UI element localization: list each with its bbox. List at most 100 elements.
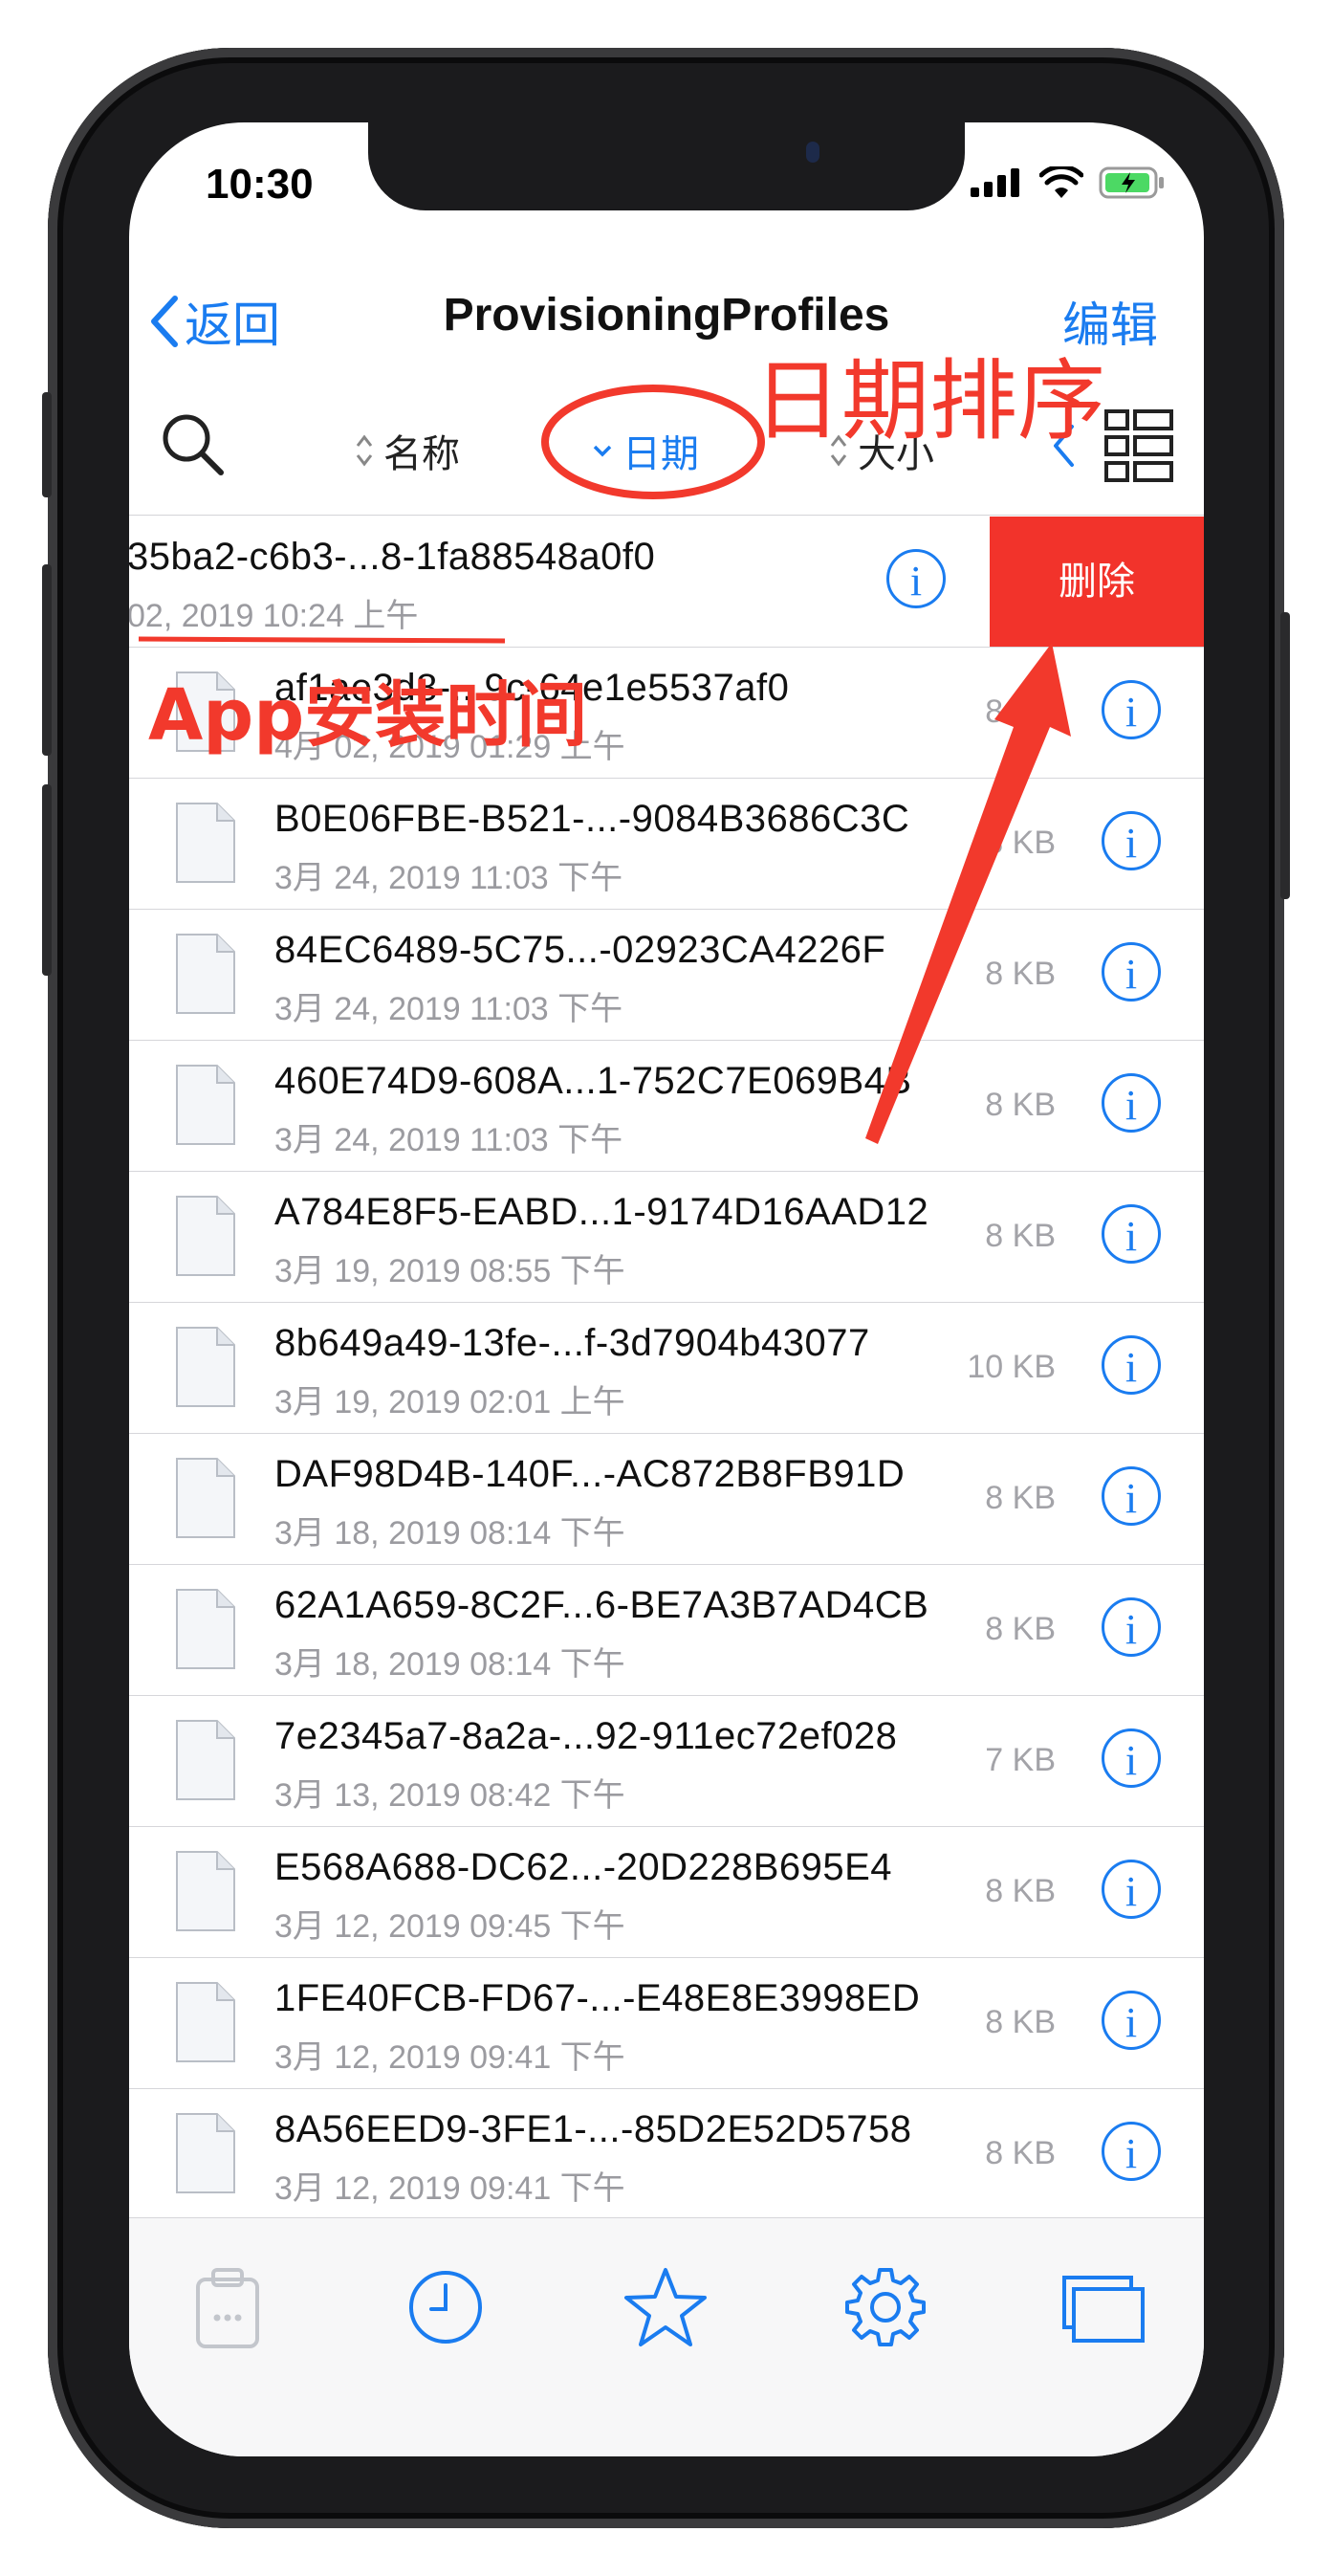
delete-button[interactable]: 删除: [990, 517, 1204, 647]
file-size: 8 KB: [985, 694, 1056, 730]
list-item[interactable]: 7e2345a7-8a2a-...92-911ec72ef028 3月 13, …: [129, 1696, 1204, 1827]
info-icon[interactable]: i: [1102, 680, 1161, 739]
list-item[interactable]: A784E8F5-EABD...1-9174D16AAD12 3月 19, 20…: [129, 1172, 1204, 1303]
clock-icon[interactable]: [403, 2264, 489, 2350]
info-icon[interactable]: i: [1102, 1728, 1161, 1788]
file-icon: [176, 803, 235, 883]
info-icon[interactable]: i: [1102, 1204, 1161, 1264]
file-size: 8 KB: [985, 1087, 1056, 1123]
file-name: B0E06FBE-B521-...-9084B3686C3C: [274, 798, 910, 840]
tab-bar: [129, 2217, 1204, 2456]
chevron-down-icon: [593, 445, 612, 457]
info-icon[interactable]: i: [886, 549, 946, 608]
file-date: 3月 24, 2019 11:03 下午: [274, 1122, 623, 1158]
search-icon[interactable]: [158, 409, 227, 478]
file-size: 8 KB: [985, 1873, 1056, 1909]
wifi-icon: [1039, 166, 1083, 198]
file-name: 84EC6489-5C75...-02923CA4226F: [274, 929, 886, 971]
list-item[interactable]: DAF98D4B-140F...-AC872B8FB91D 3月 18, 201…: [129, 1434, 1204, 1565]
list-item[interactable]: 35ba2-c6b3-...8-1fa88548a0f0 02, 2019 10…: [129, 517, 1204, 648]
list-item[interactable]: B0E06FBE-B521-...-9084B3686C3C 3月 24, 20…: [129, 779, 1204, 910]
windows-icon[interactable]: [1060, 2264, 1146, 2350]
annotation-date-sort: 日期排序: [753, 350, 1106, 452]
file-date: 3月 12, 2019 09:41 下午: [274, 2170, 625, 2207]
sort-name-label: 名称: [383, 433, 460, 475]
list-item[interactable]: E568A688-DC62...-20D228B695E4 3月 12, 201…: [129, 1827, 1204, 1958]
file-name: 460E74D9-608A...1-752C7E069B4B: [274, 1060, 912, 1102]
list-item[interactable]: 8A56EED9-3FE1-...-85D2E52D5758 3月 12, 20…: [129, 2089, 1204, 2220]
file-date: 3月 13, 2019 08:42 下午: [274, 1777, 625, 1814]
battery-icon: [1099, 166, 1164, 199]
sort-by-date[interactable]: 日期: [592, 423, 699, 478]
file-list: 35ba2-c6b3-...8-1fa88548a0f0 02, 2019 10…: [129, 517, 1204, 2220]
info-icon[interactable]: i: [1102, 1466, 1161, 1526]
info-icon[interactable]: i: [1102, 1597, 1161, 1657]
info-icon[interactable]: i: [1102, 1073, 1161, 1133]
info-icon[interactable]: i: [1102, 1860, 1161, 1919]
file-size: 8 KB: [985, 2004, 1056, 2040]
file-name: 62A1A659-8C2F...6-BE7A3B7AD4CB: [274, 1584, 929, 1626]
file-date: 02, 2019 10:24 上午: [129, 598, 419, 634]
annotation-app-install-time: App安装时间: [148, 674, 588, 757]
status-time: 10:30: [206, 161, 314, 208]
star-icon[interactable]: [622, 2264, 709, 2350]
file-size: 8 KB: [985, 1480, 1056, 1516]
notch: [368, 122, 965, 210]
file-icon: [176, 1327, 235, 1407]
file-date: 3月 24, 2019 11:03 下午: [274, 991, 623, 1027]
power-button: [1280, 612, 1290, 899]
file-name: 35ba2-c6b3-...8-1fa88548a0f0: [129, 536, 656, 578]
info-icon[interactable]: i: [1102, 1991, 1161, 2050]
file-size: 8 KB: [985, 825, 1056, 861]
file-name: DAF98D4B-140F...-AC872B8FB91D: [274, 1453, 906, 1495]
status-icons: [971, 166, 1166, 199]
list-view-icon[interactable]: [1104, 409, 1173, 482]
file-size: 8 KB: [985, 1218, 1056, 1254]
sort-updown-icon: [356, 434, 373, 467]
list-item[interactable]: 84EC6489-5C75...-02923CA4226F 3月 24, 201…: [129, 910, 1204, 1041]
info-icon[interactable]: i: [1102, 811, 1161, 870]
info-icon[interactable]: i: [1102, 2122, 1161, 2181]
file-size: 8 KB: [985, 2135, 1056, 2171]
file-name: 8A56EED9-3FE1-...-85D2E52D5758: [274, 2108, 912, 2150]
file-size: 8 KB: [985, 956, 1056, 992]
volume-down-button: [42, 784, 52, 976]
camera: [806, 142, 819, 163]
mute-switch: [42, 392, 52, 497]
file-date: 3月 18, 2019 08:14 下午: [274, 1646, 625, 1683]
screen: 10:30 返回 ProvisioningProfiles 编辑 名称 日期 大…: [129, 122, 1204, 2456]
clipboard-icon[interactable]: [185, 2264, 271, 2350]
file-icon: [176, 2113, 235, 2193]
file-icon: [176, 1196, 235, 1276]
list-item[interactable]: 1FE40FCB-FD67-...-E48E8E3998ED 3月 12, 20…: [129, 1958, 1204, 2089]
volume-up-button: [42, 564, 52, 756]
file-date: 3月 19, 2019 02:01 上午: [274, 1384, 625, 1420]
file-icon: [176, 1589, 235, 1669]
file-icon: [176, 1065, 235, 1145]
list-item[interactable]: 8b649a49-13fe-...f-3d7904b43077 3月 19, 2…: [129, 1303, 1204, 1434]
sort-date-label: 日期: [622, 433, 699, 475]
file-size: 8 KB: [985, 1611, 1056, 1647]
file-date: 3月 24, 2019 11:03 下午: [274, 860, 623, 896]
file-icon: [176, 1982, 235, 2062]
file-name: 8b649a49-13fe-...f-3d7904b43077: [274, 1322, 870, 1364]
signal-icon: [971, 168, 1019, 197]
file-name: 7e2345a7-8a2a-...92-911ec72ef028: [274, 1715, 898, 1757]
list-item[interactable]: 62A1A659-8C2F...6-BE7A3B7AD4CB 3月 18, 20…: [129, 1565, 1204, 1696]
file-date: 3月 18, 2019 08:14 下午: [274, 1515, 625, 1552]
file-size: 7 KB: [985, 1742, 1056, 1778]
file-date: 3月 12, 2019 09:45 下午: [274, 1908, 625, 1945]
file-name: E568A688-DC62...-20D228B695E4: [274, 1846, 893, 1888]
file-icon: [176, 1851, 235, 1931]
file-icon: [176, 934, 235, 1014]
sort-by-name[interactable]: 名称: [355, 423, 460, 478]
gear-icon[interactable]: [842, 2264, 928, 2350]
list-item[interactable]: 460E74D9-608A...1-752C7E069B4B 3月 24, 20…: [129, 1041, 1204, 1172]
file-date: 3月 12, 2019 09:41 下午: [274, 2039, 625, 2076]
file-name: A784E8F5-EABD...1-9174D16AAD12: [274, 1191, 929, 1233]
file-name: 1FE40FCB-FD67-...-E48E8E3998ED: [274, 1977, 921, 2019]
file-icon: [176, 1458, 235, 1538]
info-icon[interactable]: i: [1102, 942, 1161, 1002]
file-date: 3月 19, 2019 08:55 下午: [274, 1253, 625, 1289]
info-icon[interactable]: i: [1102, 1335, 1161, 1395]
